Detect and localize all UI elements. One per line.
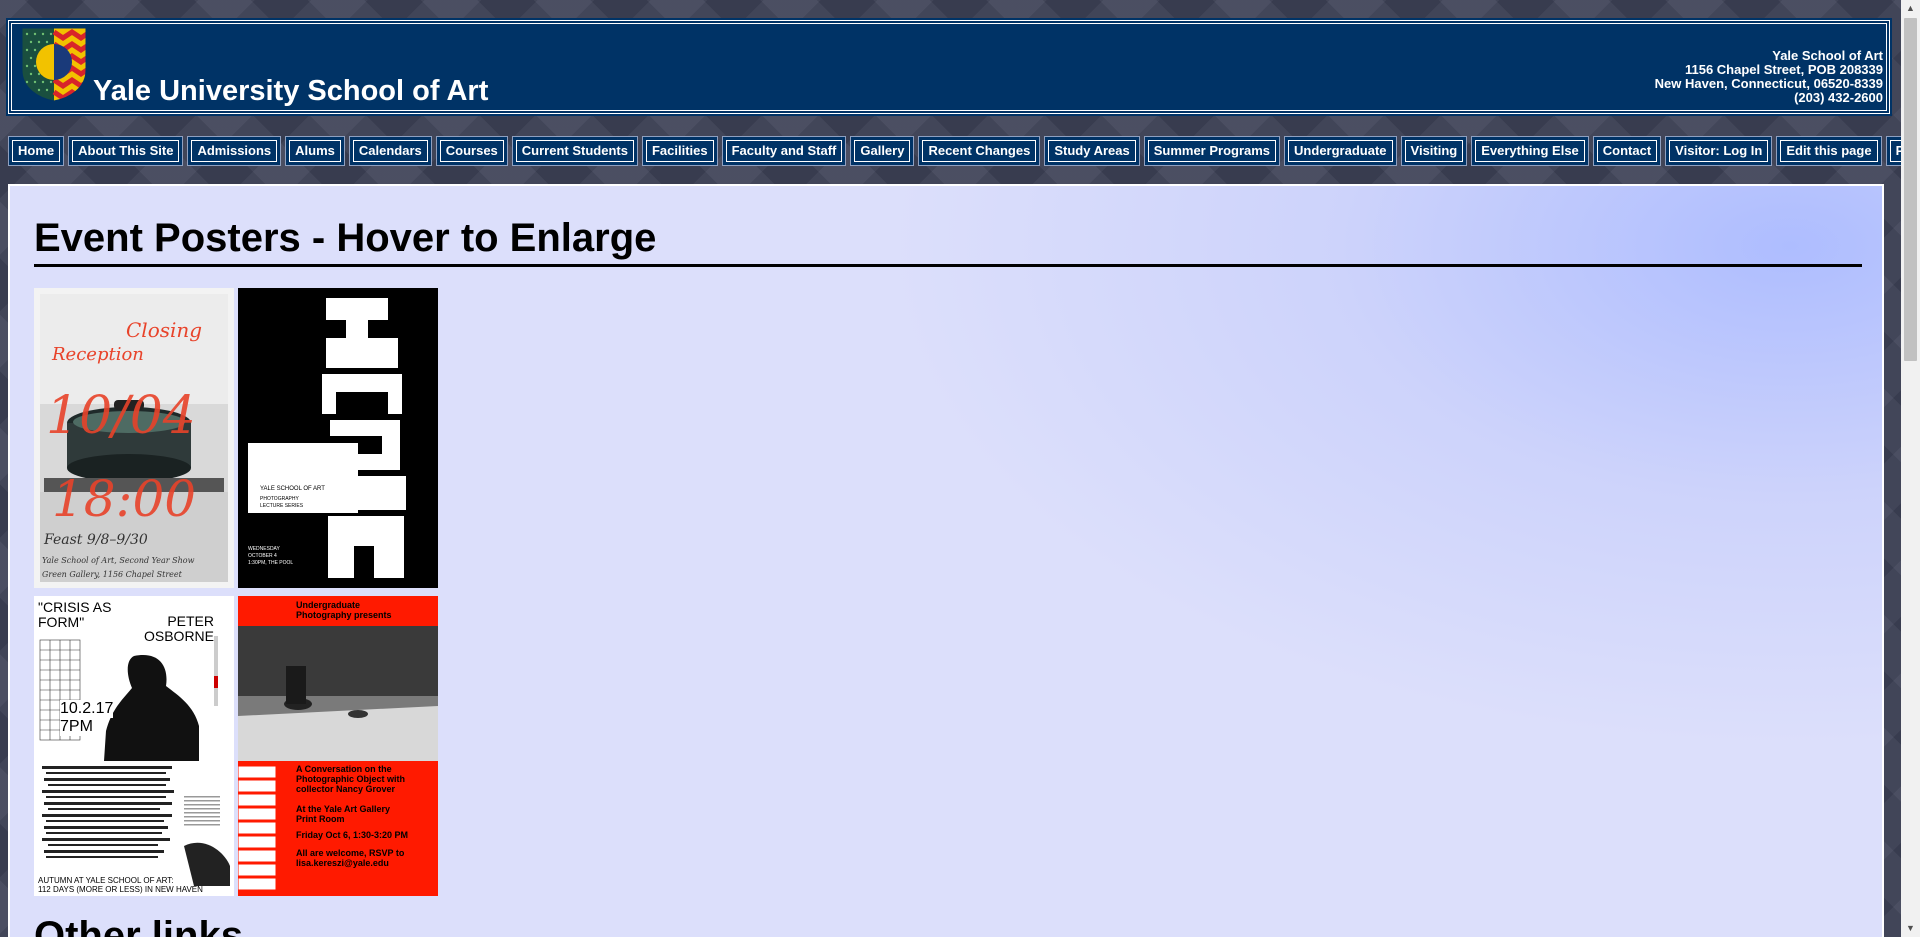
other-links-heading: Other links	[34, 914, 243, 937]
nav-contact[interactable]: Contact	[1592, 136, 1662, 166]
site-title-link[interactable]: Yale University School of Art	[93, 75, 488, 108]
nav-calendars[interactable]: Calendars	[348, 136, 432, 166]
nav-summer-programs[interactable]: Summer Programs	[1143, 136, 1281, 166]
nav-visitor-log-in[interactable]: Visitor: Log In	[1665, 136, 1773, 166]
main-nav: Home About This Site Admissions Alums Ca…	[8, 136, 1901, 166]
poster1-word2: Reception	[52, 344, 144, 365]
poster3-footer1: AUTUMN AT YALE SCHOOL OF ART:	[38, 876, 174, 885]
poster-bill-arning[interactable]: YALE SCHOOL OF ART PHOTOGRAPHY LECTURE S…	[238, 288, 438, 588]
poster2-day: WEDNESDAY	[248, 546, 280, 552]
poster1-date: 10/04	[46, 386, 196, 446]
poster4-line1: A Conversation on the Photographic Objec…	[296, 764, 406, 794]
title-divider	[34, 264, 1862, 267]
nav-everything-else[interactable]: Everything Else	[1471, 136, 1589, 166]
poster2-org: YALE SCHOOL OF ART	[260, 486, 325, 492]
poster-bill-arning-artwork	[238, 288, 438, 588]
poster-crisis-as-form[interactable]: "CRISIS AS FORM" PETER OSBORNE 10.2.17 7…	[34, 596, 234, 896]
poster2-speaker: BILL ARNING	[252, 512, 314, 523]
nav-visiting[interactable]: Visiting	[1400, 136, 1468, 166]
poster3-footer2: 112 DAYS (MORE OR LESS) IN NEW HAVEN	[38, 885, 203, 894]
poster2-series1: PHOTOGRAPHY	[260, 496, 299, 502]
poster4-header: Undergraduate Photography presents	[296, 600, 392, 620]
nav-undergraduate[interactable]: Undergraduate	[1284, 136, 1397, 166]
nav-edit-this-page[interactable]: Edit this page	[1776, 136, 1882, 166]
nav-gallery[interactable]: Gallery	[850, 136, 915, 166]
nav-faculty-and-staff[interactable]: Faculty and Staff	[721, 136, 847, 166]
poster1-time: 18:00	[52, 470, 197, 528]
nav-home[interactable]: Home	[8, 136, 65, 166]
nav-alums[interactable]: Alums	[285, 136, 345, 166]
page-scrollbar[interactable]: ▲ ▼	[1901, 0, 1920, 937]
nav-admissions[interactable]: Admissions	[187, 136, 282, 166]
poster3-time: 7PM	[60, 718, 93, 736]
poster3-title: "CRISIS AS FORM"	[38, 599, 112, 630]
main-content: Event Posters - Hover to Enlarge Closing…	[8, 184, 1884, 937]
nav-about-this-site[interactable]: About This Site	[68, 136, 184, 166]
scrollbar-thumb[interactable]	[1904, 18, 1917, 361]
nav-recent-changes[interactable]: Recent Changes	[918, 136, 1041, 166]
poster3-date: 10.2.17	[60, 700, 114, 718]
poster2-date: OCTOBER 4	[248, 553, 277, 559]
page-title: Event Posters - Hover to Enlarge	[34, 216, 657, 260]
nav-study-areas[interactable]: Study Areas	[1044, 136, 1140, 166]
poster1-word1: Closing	[126, 318, 203, 342]
scroll-down-arrow-icon[interactable]: ▼	[1901, 920, 1920, 937]
address-name: Yale School of Art	[1772, 48, 1883, 63]
poster4-line4: All are welcome, RSVP to lisa.kereszi@ya…	[296, 848, 405, 868]
poster2-time: 1:30PM, THE POOL	[248, 560, 294, 566]
scroll-up-arrow-icon[interactable]: ▲	[1901, 0, 1920, 17]
poster-closing-reception[interactable]: Closing Reception 10/04 18:00 Feast 9/8–…	[34, 288, 234, 588]
nav-courses[interactable]: Courses	[435, 136, 508, 166]
address-phone: (203) 432-2600	[1794, 90, 1883, 105]
poster2-series2: LECTURE SERIES	[260, 503, 304, 509]
yale-shield-logo	[21, 27, 87, 102]
poster1-line2: Yale School of Art, Second Year Show	[42, 556, 195, 565]
poster3-speaker: PETER OSBORNE	[143, 613, 214, 644]
nav-current-students[interactable]: Current Students	[511, 136, 638, 166]
poster4-line3: Friday Oct 6, 1:30-3:20 PM	[296, 830, 409, 840]
school-address: Yale School of Art 1156 Chapel Street, P…	[1655, 49, 1883, 105]
nav-facilities[interactable]: Facilities	[641, 136, 718, 166]
poster4-line2: At the Yale Art Gallery Print Room	[296, 804, 391, 824]
poster1-line3: Green Gallery, 1156 Chapel Street	[42, 570, 182, 579]
poster1-line1: Feast 9/8–9/30	[44, 532, 148, 548]
page: Yale University School of Art Yale Schoo…	[0, 0, 1901, 937]
nav-page-history[interactable]: Page history	[1885, 136, 1901, 166]
site-header: Yale University School of Art Yale Schoo…	[6, 18, 1892, 116]
address-street: 1156 Chapel Street, POB 208339	[1684, 62, 1883, 77]
address-city: New Haven, Connecticut, 06520-8339	[1654, 76, 1883, 91]
poster-undergraduate-photography[interactable]: Undergraduate Photography presents A Con…	[238, 596, 438, 896]
